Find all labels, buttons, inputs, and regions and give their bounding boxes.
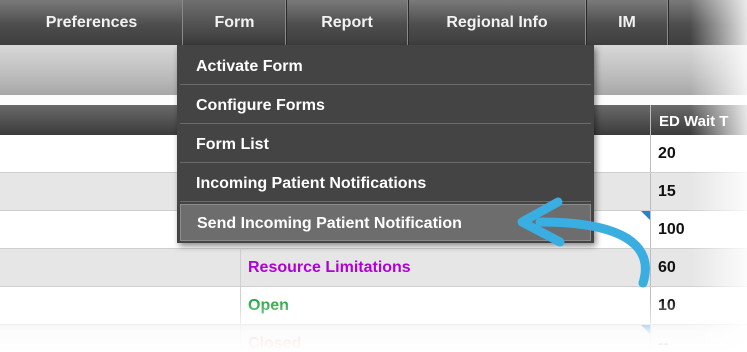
column-divider: [650, 211, 651, 248]
column-divider: [650, 249, 651, 286]
ed-wait-value: 15: [658, 183, 676, 200]
status-resource-limitations: Resource Limitations: [248, 259, 411, 276]
menu-item-form-list[interactable]: Form List: [180, 126, 591, 163]
menu-item-activate-form[interactable]: Activate Form: [180, 48, 591, 85]
tab-form[interactable]: Form: [183, 0, 287, 45]
menu-item-configure-forms[interactable]: Configure Forms: [180, 87, 591, 124]
tab-preferences[interactable]: Preferences: [0, 0, 184, 45]
column-divider: [650, 135, 651, 172]
tab-report[interactable]: Report: [286, 0, 409, 45]
form-dropdown-menu: Activate Form Configure Forms Form List …: [177, 45, 594, 243]
menu-item-send-incoming-patient-notification[interactable]: Send Incoming Patient Notification: [180, 204, 591, 241]
status-open: Open: [248, 297, 289, 314]
ed-wait-value: 60: [658, 259, 676, 276]
menu-item-incoming-patient-notifications[interactable]: Incoming Patient Notifications: [180, 165, 591, 202]
column-divider: [240, 325, 241, 352]
column-divider: [240, 287, 241, 324]
main-menubar: Preferences Form Report Regional Info IM: [0, 0, 747, 45]
column-header-ed-wait[interactable]: ED Wait T: [650, 105, 747, 135]
table-row[interactable]: Closed --: [0, 325, 747, 352]
column-divider: [650, 287, 651, 324]
ed-wait-value: --: [658, 335, 669, 352]
status-closed: Closed: [248, 335, 302, 352]
app-window: Preferences Form Report Regional Info IM…: [0, 0, 747, 352]
column-divider: [240, 249, 241, 286]
tab-regional-info[interactable]: Regional Info: [408, 0, 587, 45]
tab-im[interactable]: IM: [586, 0, 669, 45]
cell-flag-icon: [641, 211, 650, 220]
ed-wait-value: 10: [658, 297, 676, 314]
ed-wait-value: 20: [658, 145, 676, 162]
column-divider: [650, 173, 651, 210]
column-divider: [650, 325, 651, 352]
cell-flag-icon: [641, 325, 650, 334]
table-row[interactable]: Open 10: [0, 287, 747, 325]
table-row[interactable]: Resource Limitations 60: [0, 249, 747, 287]
ed-wait-value: 100: [658, 221, 685, 238]
